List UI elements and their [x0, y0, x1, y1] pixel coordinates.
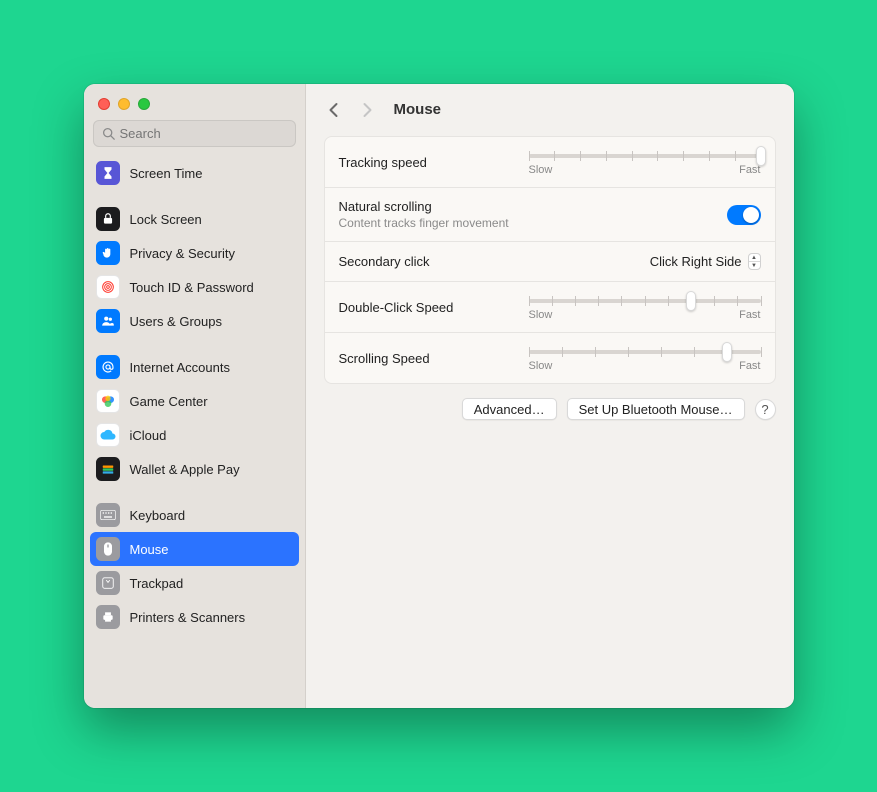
row-natural-scrolling: Natural scrolling Content tracks finger … [325, 187, 775, 241]
row-tracking-speed: Tracking speed Slow Fast [325, 137, 775, 187]
secondary-click-label: Secondary click [339, 254, 430, 269]
sidebar-item-game-center[interactable]: Game Center [90, 384, 299, 418]
window-controls [84, 84, 305, 120]
minimize-window-button[interactable] [118, 98, 130, 110]
row-secondary-click: Secondary click Click Right Side ▲▼ [325, 241, 775, 281]
back-button[interactable] [324, 100, 344, 120]
at-icon [96, 355, 120, 379]
sidebar-item-label: iCloud [130, 428, 167, 443]
sidebar-item-label: Trackpad [130, 576, 184, 591]
sidebar-item-keyboard[interactable]: Keyboard [90, 498, 299, 532]
button-row: Advanced… Set Up Bluetooth Mouse… ? [324, 398, 776, 420]
chevron-updown-icon: ▲▼ [748, 253, 761, 270]
secondary-click-popup[interactable]: Click Right Side ▲▼ [650, 253, 761, 270]
slider-high-label: Fast [739, 164, 760, 176]
mouse-icon [96, 537, 120, 561]
gamecenter-icon [96, 389, 120, 413]
sidebar-item-privacy-security[interactable]: Privacy & Security [90, 236, 299, 270]
natural-scrolling-toggle[interactable] [727, 205, 761, 225]
settings-panel: Tracking speed Slow Fast Natural scrolli… [324, 136, 776, 384]
scrolling-speed-label: Scrolling Speed [339, 351, 430, 366]
help-button[interactable]: ? [755, 399, 776, 420]
sidebar-item-label: Printers & Scanners [130, 610, 246, 625]
slider-knob[interactable] [722, 342, 732, 362]
fingerprint-icon [96, 275, 120, 299]
search-input[interactable] [120, 126, 287, 141]
lock-icon [96, 207, 120, 231]
setup-bluetooth-mouse-button[interactable]: Set Up Bluetooth Mouse… [567, 398, 745, 420]
sidebar-item-printers-scanners[interactable]: Printers & Scanners [90, 600, 299, 634]
sidebar-item-label: Internet Accounts [130, 360, 230, 375]
sidebar-item-label: Keyboard [130, 508, 186, 523]
sidebar-item-screen-time[interactable]: Screen Time [90, 156, 299, 190]
header: Mouse [306, 84, 794, 136]
sidebar-item-label: Touch ID & Password [130, 280, 254, 295]
sidebar-item-wallet-applepay[interactable]: Wallet & Apple Pay [90, 452, 299, 486]
slider-low-label: Slow [529, 164, 553, 176]
printer-icon [96, 605, 120, 629]
natural-scrolling-label: Natural scrolling [339, 199, 509, 214]
slider-high-label: Fast [739, 360, 760, 372]
sidebar-item-label: Lock Screen [130, 212, 202, 227]
sidebar-item-label: Users & Groups [130, 314, 222, 329]
natural-scrolling-sublabel: Content tracks finger movement [339, 216, 509, 230]
wallet-icon [96, 457, 120, 481]
row-scrolling-speed: Scrolling Speed Slow Fast [325, 332, 775, 383]
sidebar-item-label: Privacy & Security [130, 246, 235, 261]
sidebar: Screen Time Lock Screen Privacy & Securi… [84, 84, 306, 708]
sidebar-item-users-groups[interactable]: Users & Groups [90, 304, 299, 338]
users-icon [96, 309, 120, 333]
advanced-button[interactable]: Advanced… [462, 398, 557, 420]
hand-icon [96, 241, 120, 265]
sidebar-item-trackpad[interactable]: Trackpad [90, 566, 299, 600]
trackpad-icon [96, 571, 120, 595]
close-window-button[interactable] [98, 98, 110, 110]
sidebar-item-label: Mouse [130, 542, 169, 557]
sidebar-item-label: Game Center [130, 394, 208, 409]
forward-button[interactable] [358, 100, 378, 120]
hourglass-icon [96, 161, 120, 185]
tracking-speed-label: Tracking speed [339, 155, 427, 170]
sidebar-item-label: Wallet & Apple Pay [130, 462, 240, 477]
sidebar-item-lock-screen[interactable]: Lock Screen [90, 202, 299, 236]
sidebar-list: Screen Time Lock Screen Privacy & Securi… [84, 156, 305, 640]
keyboard-icon [96, 503, 120, 527]
double-click-speed-slider[interactable] [529, 299, 761, 303]
slider-low-label: Slow [529, 360, 553, 372]
search-icon [102, 127, 115, 140]
sidebar-item-icloud[interactable]: iCloud [90, 418, 299, 452]
slider-high-label: Fast [739, 309, 760, 321]
row-double-click-speed: Double-Click Speed Slow Fast [325, 281, 775, 332]
double-click-speed-label: Double-Click Speed [339, 300, 454, 315]
system-settings-window: Screen Time Lock Screen Privacy & Securi… [84, 84, 794, 708]
page-title: Mouse [394, 101, 442, 118]
main-content: Mouse Tracking speed Slow Fast [306, 84, 794, 708]
search-field[interactable] [93, 120, 296, 147]
secondary-click-value: Click Right Side [650, 254, 742, 269]
sidebar-item-mouse[interactable]: Mouse [90, 532, 299, 566]
zoom-window-button[interactable] [138, 98, 150, 110]
sidebar-item-touch-id[interactable]: Touch ID & Password [90, 270, 299, 304]
scrolling-speed-slider[interactable] [529, 350, 761, 354]
slider-knob[interactable] [756, 146, 766, 166]
tracking-speed-slider[interactable] [529, 154, 761, 158]
sidebar-item-internet-accounts[interactable]: Internet Accounts [90, 350, 299, 384]
cloud-icon [96, 423, 120, 447]
slider-low-label: Slow [529, 309, 553, 321]
slider-knob[interactable] [686, 291, 696, 311]
sidebar-item-label: Screen Time [130, 166, 203, 181]
